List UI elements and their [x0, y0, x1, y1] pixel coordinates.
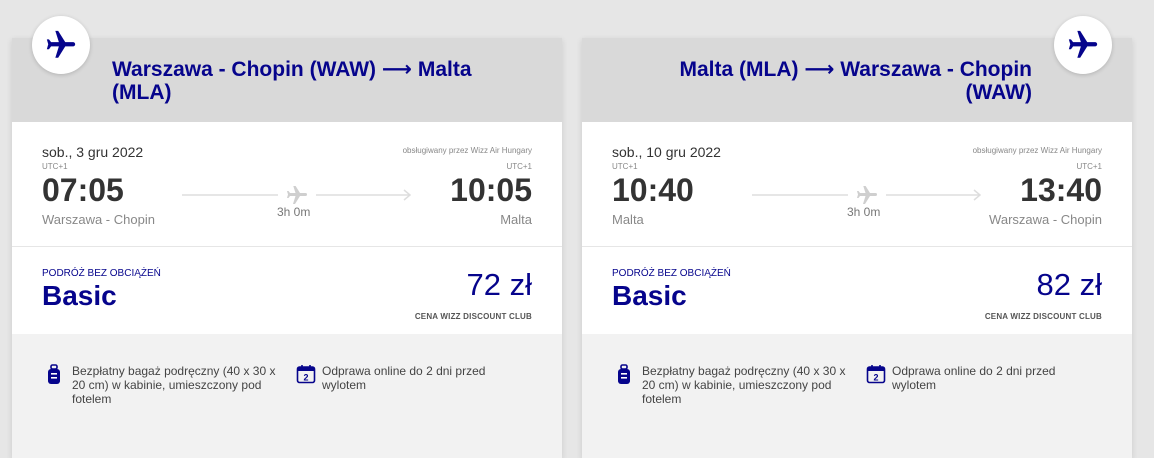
route-title: Warszawa - Chopin (WAW) ⟶ Malta (MLA) — [112, 58, 472, 104]
svg-text:2: 2 — [303, 373, 308, 383]
route-line-icon — [182, 186, 412, 204]
flight-date: sob., 10 gru 2022 — [612, 144, 721, 160]
benefit-text: Odprawa online do 2 dni przed wylotem — [892, 364, 1056, 392]
fare-label: PODRÓŻ BEZ OBCIĄŻEŃ — [42, 268, 161, 279]
svg-text:2: 2 — [873, 373, 878, 383]
fare-section: PODRÓŻ BEZ OBCIĄŻEŃ Basic 82 zł CENA WIZ… — [582, 247, 1132, 337]
arrival-city: Malta — [500, 212, 532, 227]
benefit-text: Bezpłatny bagaż podręczny (40 x 30 x 20 … — [72, 364, 276, 406]
calendar-2-icon: 2 — [296, 364, 316, 387]
fare-price: 82 zł — [1036, 267, 1102, 302]
operated-by: obsługiwany przez Wizz Air Hungary — [402, 146, 532, 155]
fare-benefits: Bezpłatny bagaż podręczny (40 x 30 x 20 … — [582, 334, 1132, 458]
flight-times: sob., 10 gru 2022 obsługiwany przez Wizz… — [582, 122, 1132, 247]
route-title: Malta (MLA) ⟶ Warszawa - Chopin (WAW) — [679, 58, 1033, 104]
departure-city: Warszawa - Chopin — [42, 212, 155, 227]
departure-time: 10:40 — [612, 172, 694, 208]
benefit-text: Bezpłatny bagaż podręczny (40 x 30 x 20 … — [642, 364, 846, 406]
fare-name: Basic — [612, 280, 687, 311]
fare-label: PODRÓŻ BEZ OBCIĄŻEŃ — [612, 268, 731, 279]
arrival-utc: UTC+1 — [1076, 162, 1102, 171]
departure-utc: UTC+1 — [612, 162, 638, 171]
flight-date: sob., 3 gru 2022 — [42, 144, 144, 160]
flight-times: sob., 3 gru 2022 obsługiwany przez Wizz … — [12, 122, 562, 247]
plane-icon — [1054, 16, 1112, 74]
departure-city: Malta — [612, 212, 644, 227]
fare-name: Basic — [42, 280, 117, 311]
arrival-utc: UTC+1 — [506, 162, 532, 171]
fare-price: 72 zł — [466, 267, 532, 302]
benefit-text: Odprawa online do 2 dni przed wylotem — [322, 364, 486, 392]
carry-on-bag-icon — [46, 364, 62, 389]
operated-by: obsługiwany przez Wizz Air Hungary — [972, 146, 1102, 155]
fare-benefits: Bezpłatny bagaż podręczny (40 x 30 x 20 … — [12, 334, 562, 458]
arrival-time: 13:40 — [1020, 172, 1102, 208]
flight-card-header: Warszawa - Chopin (WAW) ⟶ Malta (MLA) — [12, 38, 562, 122]
plane-icon — [32, 16, 90, 74]
carry-on-bag-icon — [616, 364, 632, 389]
departure-utc: UTC+1 — [42, 162, 68, 171]
departure-time: 07:05 — [42, 172, 124, 208]
arrival-city: Warszawa - Chopin — [989, 212, 1102, 227]
return-flight-card: Malta (MLA) ⟶ Warszawa - Chopin (WAW) so… — [582, 16, 1132, 458]
arrival-time: 10:05 — [450, 172, 532, 208]
calendar-2-icon: 2 — [866, 364, 886, 387]
flight-duration: 3h 0m — [277, 205, 311, 219]
fare-section: PODRÓŻ BEZ OBCIĄŻEŃ Basic 72 zł CENA WIZ… — [12, 247, 562, 337]
route-line-icon — [752, 186, 982, 204]
discount-club-label: CENA WIZZ DISCOUNT CLUB — [414, 312, 532, 321]
flight-duration: 3h 0m — [847, 205, 881, 219]
flight-card-header: Malta (MLA) ⟶ Warszawa - Chopin (WAW) — [582, 38, 1132, 122]
outbound-flight-card: Warszawa - Chopin (WAW) ⟶ Malta (MLA) so… — [12, 16, 562, 458]
discount-club-label: CENA WIZZ DISCOUNT CLUB — [984, 312, 1102, 321]
